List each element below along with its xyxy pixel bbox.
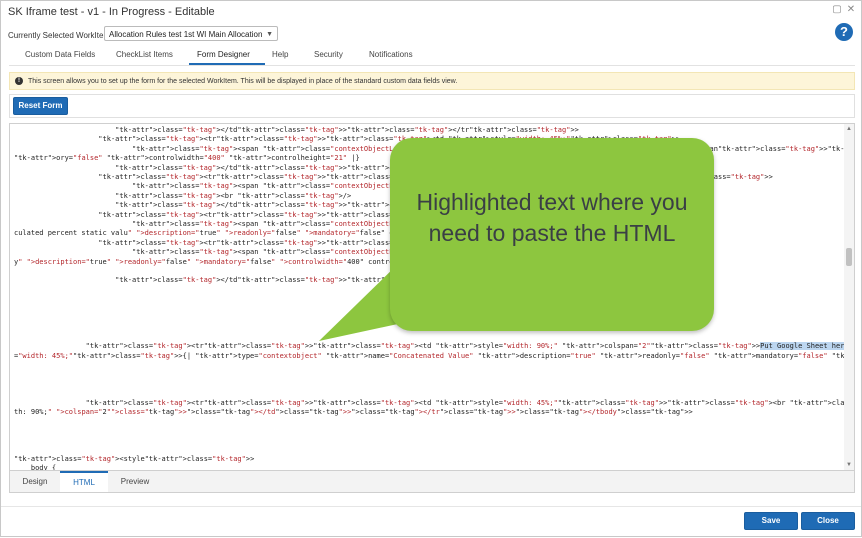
tab-html[interactable]: HTML <box>60 471 108 492</box>
info-text: This screen allows you to set up the for… <box>28 78 458 85</box>
text-cursor-icon: I <box>374 308 377 317</box>
annotation-callout: Highlighted text where you need to paste… <box>390 138 714 331</box>
tab-checklist-items[interactable]: CheckList Items <box>116 50 173 59</box>
help-icon[interactable]: ? <box>835 23 853 41</box>
minimize-icon[interactable]: ▢ <box>832 5 842 15</box>
tab-security[interactable]: Security <box>314 50 343 59</box>
code-line: culated percent static valu" ">descripti… <box>14 229 419 238</box>
code-line: ="width: 45%;""tk-attr">class="tk-tag">>… <box>14 351 854 360</box>
tab-help[interactable]: Help <box>272 50 288 59</box>
tab-form-designer[interactable]: Form Designer <box>197 50 250 59</box>
code-line: body { <box>14 464 57 471</box>
code-line: "tk-attr">class="tk-tag"><tr"tk-attr">cl… <box>85 398 855 407</box>
tab-preview[interactable]: Preview <box>110 471 160 492</box>
code-line: th: 90%;" ">colspan="2"">class="tk-tag">… <box>14 408 693 416</box>
workitem-select[interactable]: Allocation Rules test 1st WI Main Alloca… <box>104 26 278 41</box>
close-button[interactable]: Close <box>801 512 855 530</box>
chevron-down-icon: ▼ <box>266 31 273 38</box>
scroll-up-icon[interactable]: ▲ <box>845 125 853 133</box>
highlighted-placeholder[interactable]: Put Google Sheet here <box>760 342 849 351</box>
reset-form-button[interactable]: Reset Form <box>13 97 68 115</box>
editor-mode-tabs: Design HTML Preview <box>9 471 855 493</box>
editor-scrollbar[interactable]: ▲ ▼ <box>844 124 854 470</box>
workitem-select-value: Allocation Rules test 1st WI Main Alloca… <box>109 30 263 39</box>
scroll-thumb[interactable] <box>846 248 852 266</box>
callout-text: Highlighted text where you need to paste… <box>416 189 688 246</box>
code-line: "tk-attr">ory="false" "tk-attr">controlw… <box>14 154 360 163</box>
code-line: "tk-attr">class="tk-tag"><br "tk-attr">c… <box>115 191 352 200</box>
save-button[interactable]: Save <box>744 512 798 530</box>
footer-divider <box>1 506 861 507</box>
dialog-window: SK Iframe test - v1 - In Progress - Edit… <box>0 0 862 537</box>
tab-custom-data-fields[interactable]: Custom Data Fields <box>25 50 95 59</box>
info-icon: ! <box>15 77 23 85</box>
scroll-down-icon[interactable]: ▼ <box>845 461 853 469</box>
code-line: "tk-attr">class="tk-tag"></td"tk-attr">c… <box>115 126 579 134</box>
tabs-divider <box>9 65 855 66</box>
code-line: "tk-attr">class="tk-tag"><style"tk-attr"… <box>14 455 255 463</box>
titlebar: SK Iframe test - v1 - In Progress - Edit… <box>1 1 861 23</box>
workitem-label: Currently Selected WorkItem <box>8 31 111 40</box>
info-banner: ! This screen allows you to set up the f… <box>9 72 855 90</box>
toolbar: Reset Form <box>9 94 855 118</box>
tab-notifications[interactable]: Notifications <box>369 50 413 59</box>
window-title: SK Iframe test - v1 - In Progress - Edit… <box>8 6 215 18</box>
close-icon[interactable]: ✕ <box>846 5 856 15</box>
tab-design[interactable]: Design <box>10 471 60 492</box>
code-line: "tk-attr">class="tk-tag"><tr"tk-attr">cl… <box>85 342 854 351</box>
code-line: y" ">description="true" ">readonly="fals… <box>14 257 415 266</box>
